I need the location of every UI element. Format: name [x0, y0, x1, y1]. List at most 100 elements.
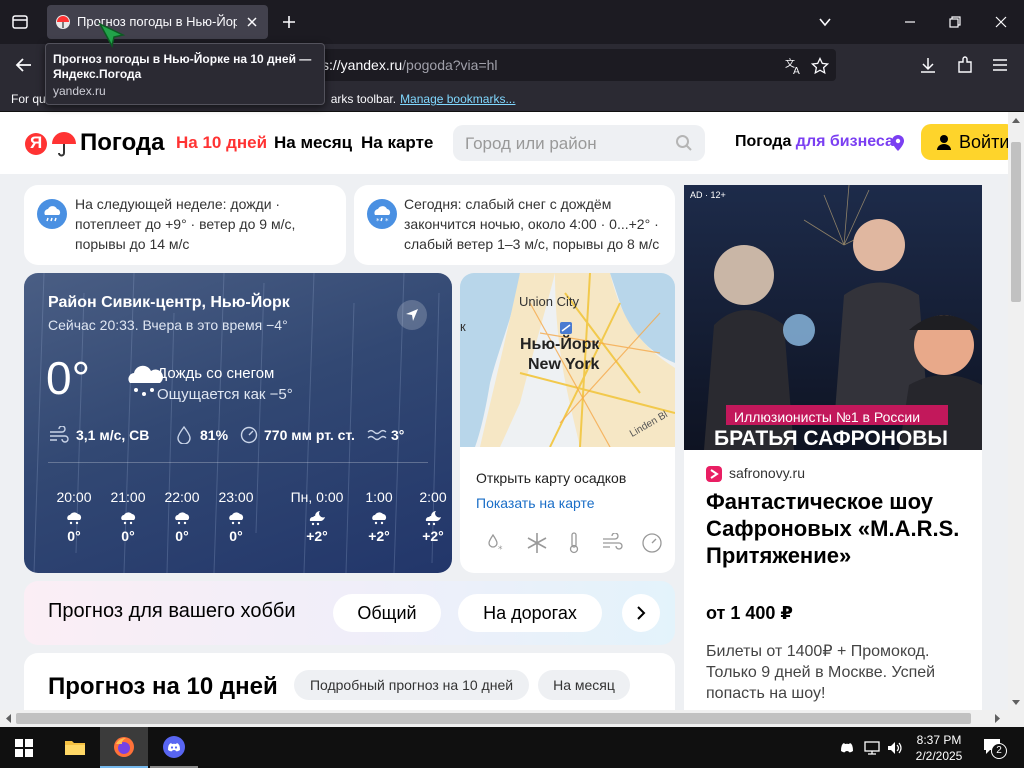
menu-hamburger-icon[interactable] [991, 55, 1009, 75]
restore-icon[interactable] [947, 14, 963, 30]
scroll-up-icon[interactable] [1012, 117, 1020, 123]
back-arrow-icon[interactable] [14, 55, 34, 75]
browser-tab-bar: Прогноз погоды в Нью-Йорке на 10 дней — … [0, 0, 1024, 44]
weekly-alert-card[interactable]: На следующей неделе: дожди · потеплеет д… [24, 185, 346, 265]
manage-bookmarks-link[interactable]: Manage bookmarks... [400, 92, 515, 106]
yandex-weather-favicon [56, 15, 70, 29]
locate-button[interactable] [397, 300, 427, 330]
scrollbar-corner [995, 710, 1024, 727]
hobby-title: Прогноз для вашего хобби [48, 600, 296, 622]
site-header: Я Погода На 10 дней На месяц На карте Го… [0, 112, 1008, 174]
weekly-alert-text: На следующей неделе: дожди · потеплеет д… [75, 196, 296, 252]
detailed-forecast-pill[interactable]: Подробный прогноз на 10 дней [294, 670, 529, 700]
snow-cloud-icon [67, 512, 82, 525]
firefox-taskbar-button[interactable] [100, 727, 148, 768]
hour-forecast: 21:00 0° [110, 489, 146, 544]
discord-tray-icon[interactable] [839, 741, 855, 755]
tab-list-button[interactable] [10, 12, 30, 32]
forecast-title: Прогноз на 10 дней [48, 673, 278, 700]
nav-month[interactable]: На месяц [274, 133, 352, 153]
business-weather-link[interactable]: Погода для бизнеса [735, 133, 894, 151]
snow-rain-cloud-icon: * * [367, 199, 397, 229]
rain-drops-icon: * [488, 533, 503, 553]
url-bar[interactable]: s://yandex.ru/pogoda?via=hl 文A [290, 49, 836, 81]
file-explorer-icon[interactable] [64, 738, 86, 756]
current-temperature: 0° [46, 352, 90, 404]
chevron-down-icon[interactable] [817, 14, 833, 30]
login-button[interactable]: Войти [921, 124, 1008, 160]
ad-price: от 1 400 ₽ [706, 603, 793, 623]
map-label-city-en: New York [528, 356, 600, 373]
show-on-map-link[interactable]: Показать на карте [476, 495, 595, 511]
feels-like-text: Ощущается как −5° [157, 386, 293, 403]
month-forecast-pill[interactable]: На месяц [538, 670, 630, 700]
today-alert-text: Сегодня: слабый снег с дождём закончится… [404, 196, 660, 252]
hobby-forecast-section: Прогноз для вашего хобби Общий На дорога… [24, 581, 675, 645]
location-title: Район Сивик-центр, Нью-Йорк [48, 294, 290, 311]
ad-banner-line1: Иллюзионисты №1 в России [734, 409, 921, 425]
ad-domain-favicon [706, 466, 722, 482]
search-icon[interactable] [675, 134, 693, 152]
chevron-right-icon [637, 606, 646, 620]
hobby-pill-general[interactable]: Общий [333, 594, 441, 632]
discord-taskbar-button[interactable] [150, 727, 198, 768]
map-card-title: Открыть карту осадков [476, 470, 627, 486]
now-line: Сейчас 20:33. Вчера в это время −4° [48, 317, 288, 333]
clock-date: 2/2/2025 [915, 749, 963, 763]
pressure-dial-icon [642, 533, 662, 553]
nav-10-days[interactable]: На 10 дней [176, 133, 267, 153]
ad-domain[interactable]: safronovy.ru [729, 465, 805, 481]
close-tab-icon[interactable] [245, 15, 259, 29]
pressure-gauge-icon [240, 426, 258, 444]
snow-cloud-icon [121, 512, 136, 525]
taskbar-clock[interactable]: 8:37 PM 2/2/2025 [908, 732, 970, 764]
city-search-input[interactable]: Город или район [453, 125, 705, 161]
extensions-icon[interactable] [955, 55, 975, 75]
notification-center-button[interactable]: 2 [982, 737, 1008, 759]
ad-headline[interactable]: Фантастическое шоу Сафроновых «M.A.R.S. … [706, 488, 976, 569]
translate-icon[interactable]: 文A [784, 57, 802, 75]
volume-icon[interactable] [886, 740, 904, 756]
nav-map[interactable]: На карте [361, 133, 433, 153]
wind-value: 3,1 м/с, СВ [76, 427, 150, 443]
ten-day-forecast-section: Прогноз на 10 дней Подробный прогноз на … [24, 653, 675, 710]
horizontal-scrollbar[interactable] [0, 710, 1008, 727]
downloads-icon[interactable] [918, 55, 938, 75]
vertical-scroll-thumb[interactable] [1011, 142, 1021, 302]
minimize-icon[interactable] [902, 14, 918, 30]
map-label-k: к [460, 319, 466, 334]
hobby-next-button[interactable] [622, 594, 660, 632]
night-snow-icon [309, 511, 325, 526]
snow-cloud-icon [229, 512, 244, 525]
hobby-pill-roads[interactable]: На дорогах [458, 594, 602, 632]
logo-text: Погода [80, 129, 165, 156]
web-page: Я Погода На 10 дней На месяц На карте Го… [0, 112, 1008, 710]
browser-tab-active[interactable]: Прогноз погоды в Нью-Йорке на 10 дней — … [47, 5, 268, 39]
scroll-left-icon[interactable] [5, 714, 11, 723]
vertical-scrollbar[interactable] [1008, 112, 1024, 710]
snow-cloud-icon [372, 512, 387, 525]
hour-forecast: 23:00 0° [218, 489, 254, 544]
advertisement[interactable]: AD · 12+ Иллюзионисты №1 в России БРАТЬЯ… [684, 185, 982, 710]
precipitation-map-card[interactable]: Union City к Нью-Йорк New York Linden Bl… [460, 273, 675, 573]
tab-list-icon [12, 15, 28, 29]
horizontal-scroll-thumb[interactable] [16, 713, 971, 724]
windows-start-icon[interactable] [15, 739, 33, 757]
current-weather-card[interactable]: Район Сивик-центр, Нью-Йорк Сейчас 20:33… [24, 273, 452, 573]
humidity-drop-icon [177, 426, 191, 444]
network-icon[interactable] [863, 740, 881, 756]
hour-forecast: 2:00 +2° [419, 489, 447, 544]
new-tab-icon[interactable] [281, 14, 297, 30]
ad-age-badge: AD · 12+ [690, 190, 726, 200]
scroll-right-icon[interactable] [995, 714, 1001, 723]
wind-icon [50, 426, 69, 443]
scroll-down-icon[interactable] [1012, 700, 1020, 706]
mouse-cursor-icon [98, 22, 126, 49]
water-temp-value: 3° [391, 427, 405, 443]
hour-forecast: 20:00 0° [56, 489, 92, 544]
map-label-union-city: Union City [519, 294, 579, 309]
today-alert-card[interactable]: * * Сегодня: слабый снег с дождём закончи… [354, 185, 675, 265]
bookmark-star-icon[interactable] [811, 57, 829, 75]
close-window-icon[interactable] [993, 14, 1009, 30]
ad-body: Билеты от 1400₽ + Промокод. Только 9 дне… [706, 643, 936, 702]
